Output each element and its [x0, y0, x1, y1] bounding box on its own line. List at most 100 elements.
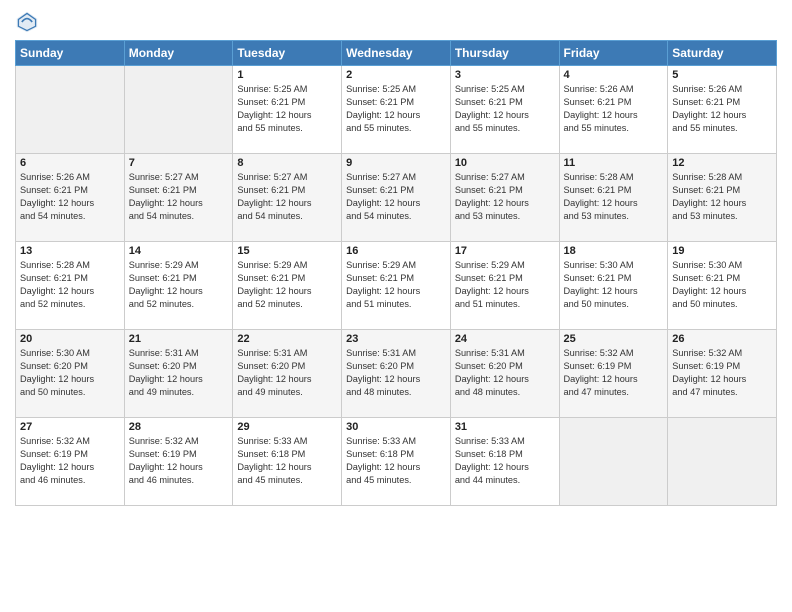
day-cell: 8 Sunrise: 5:27 AMSunset: 6:21 PMDaylight… — [233, 154, 342, 242]
day-cell: 30 Sunrise: 5:33 AMSunset: 6:18 PMDayligh… — [342, 418, 451, 506]
day-info: Sunrise: 5:28 AMSunset: 6:21 PMDaylight:… — [20, 259, 120, 311]
day-cell: 21Sunrise: 5:31 AMSunset: 6:20 PMDayligh… — [124, 330, 233, 418]
day-cell: 18 Sunrise: 5:30 AMSunset: 6:21 PMDayligh… — [559, 242, 668, 330]
day-info: Sunrise: 5:31 AMSunset: 6:20 PMDaylight:… — [237, 347, 337, 399]
day-number: 9 — [346, 157, 446, 169]
day-cell: 2 Sunrise: 5:25 AMSunset: 6:21 PMDaylight… — [342, 66, 451, 154]
day-number: 11 — [564, 157, 664, 169]
logo — [15, 10, 43, 34]
day-number: 4 — [564, 69, 664, 81]
day-cell — [668, 418, 777, 506]
day-cell: 16 Sunrise: 5:29 AMSunset: 6:21 PMDayligh… — [342, 242, 451, 330]
day-info: Sunrise: 5:28 AMSunset: 6:21 PMDaylight:… — [564, 171, 664, 223]
weekday-header-thursday: Thursday — [450, 41, 559, 66]
day-number: 17 — [455, 245, 555, 257]
day-number: 8 — [237, 157, 337, 169]
day-number: 22 — [237, 333, 337, 345]
day-info: Sunrise: 5:28 AMSunset: 6:21 PMDaylight:… — [672, 171, 772, 223]
day-cell: 4 Sunrise: 5:26 AMSunset: 6:21 PMDaylight… — [559, 66, 668, 154]
week-row-1: 1 Sunrise: 5:25 AMSunset: 6:21 PMDaylight… — [16, 66, 777, 154]
day-cell: 26 Sunrise: 5:32 AMSunset: 6:19 PMDayligh… — [668, 330, 777, 418]
day-cell: 25 Sunrise: 5:32 AMSunset: 6:19 PMDayligh… — [559, 330, 668, 418]
day-number: 3 — [455, 69, 555, 81]
day-info: Sunrise: 5:31 AMSunset: 6:20 PMDaylight:… — [455, 347, 555, 399]
day-number: 25 — [564, 333, 664, 345]
week-row-2: 6 Sunrise: 5:26 AMSunset: 6:21 PMDaylight… — [16, 154, 777, 242]
day-number: 5 — [672, 69, 772, 81]
week-row-5: 27Sunrise: 5:32 AMSunset: 6:19 PMDayligh… — [16, 418, 777, 506]
day-number: 14 — [129, 245, 229, 257]
day-info: Sunrise: 5:30 AMSunset: 6:21 PMDaylight:… — [672, 259, 772, 311]
day-number: 30 — [346, 421, 446, 433]
day-info: Sunrise: 5:27 AMSunset: 6:21 PMDaylight:… — [237, 171, 337, 223]
calendar-table: SundayMondayTuesdayWednesdayThursdayFrid… — [15, 40, 777, 506]
day-info: Sunrise: 5:31 AMSunset: 6:20 PMDaylight:… — [346, 347, 446, 399]
day-info: Sunrise: 5:25 AMSunset: 6:21 PMDaylight:… — [455, 83, 555, 135]
day-info: Sunrise: 5:29 AMSunset: 6:21 PMDaylight:… — [129, 259, 229, 311]
day-cell: 6 Sunrise: 5:26 AMSunset: 6:21 PMDaylight… — [16, 154, 125, 242]
day-info: Sunrise: 5:26 AMSunset: 6:21 PMDaylight:… — [20, 171, 120, 223]
day-number: 6 — [20, 157, 120, 169]
day-cell: 31 Sunrise: 5:33 AMSunset: 6:18 PMDayligh… — [450, 418, 559, 506]
weekday-header-monday: Monday — [124, 41, 233, 66]
day-info: Sunrise: 5:27 AMSunset: 6:21 PMDaylight:… — [455, 171, 555, 223]
day-cell: 10 Sunrise: 5:27 AMSunset: 6:21 PMDayligh… — [450, 154, 559, 242]
day-info: Sunrise: 5:29 AMSunset: 6:21 PMDaylight:… — [237, 259, 337, 311]
day-info: Sunrise: 5:32 AMSunset: 6:19 PMDaylight:… — [672, 347, 772, 399]
day-number: 18 — [564, 245, 664, 257]
day-info: Sunrise: 5:30 AMSunset: 6:21 PMDaylight:… — [564, 259, 664, 311]
day-info: Sunrise: 5:29 AMSunset: 6:21 PMDaylight:… — [346, 259, 446, 311]
day-info: Sunrise: 5:27 AMSunset: 6:21 PMDaylight:… — [346, 171, 446, 223]
day-number: 29 — [237, 421, 337, 433]
weekday-header-friday: Friday — [559, 41, 668, 66]
day-number: 12 — [672, 157, 772, 169]
day-cell: 9 Sunrise: 5:27 AMSunset: 6:21 PMDaylight… — [342, 154, 451, 242]
day-cell: 29 Sunrise: 5:33 AMSunset: 6:18 PMDayligh… — [233, 418, 342, 506]
day-number: 15 — [237, 245, 337, 257]
day-info: Sunrise: 5:33 AMSunset: 6:18 PMDaylight:… — [455, 435, 555, 487]
day-cell — [16, 66, 125, 154]
day-cell: 23 Sunrise: 5:31 AMSunset: 6:20 PMDayligh… — [342, 330, 451, 418]
day-number: 20 — [20, 333, 120, 345]
week-row-3: 13 Sunrise: 5:28 AMSunset: 6:21 PMDayligh… — [16, 242, 777, 330]
day-number: 24 — [455, 333, 555, 345]
day-cell: 27Sunrise: 5:32 AMSunset: 6:19 PMDayligh… — [16, 418, 125, 506]
day-cell: 3 Sunrise: 5:25 AMSunset: 6:21 PMDaylight… — [450, 66, 559, 154]
day-number: 23 — [346, 333, 446, 345]
day-number: 1 — [237, 69, 337, 81]
day-cell — [559, 418, 668, 506]
day-cell: 22 Sunrise: 5:31 AMSunset: 6:20 PMDayligh… — [233, 330, 342, 418]
day-cell: 28Sunrise: 5:32 AMSunset: 6:19 PMDayligh… — [124, 418, 233, 506]
day-info: Sunrise: 5:33 AMSunset: 6:18 PMDaylight:… — [237, 435, 337, 487]
day-cell: 1 Sunrise: 5:25 AMSunset: 6:21 PMDaylight… — [233, 66, 342, 154]
weekday-header-saturday: Saturday — [668, 41, 777, 66]
day-number: 28 — [129, 421, 229, 433]
day-cell: 24 Sunrise: 5:31 AMSunset: 6:20 PMDayligh… — [450, 330, 559, 418]
day-number: 21 — [129, 333, 229, 345]
day-number: 2 — [346, 69, 446, 81]
day-cell: 19 Sunrise: 5:30 AMSunset: 6:21 PMDayligh… — [668, 242, 777, 330]
day-number: 31 — [455, 421, 555, 433]
day-number: 26 — [672, 333, 772, 345]
day-number: 13 — [20, 245, 120, 257]
day-info: Sunrise: 5:26 AMSunset: 6:21 PMDaylight:… — [564, 83, 664, 135]
day-info: Sunrise: 5:30 AMSunset: 6:20 PMDaylight:… — [20, 347, 120, 399]
page: SundayMondayTuesdayWednesdayThursdayFrid… — [0, 0, 792, 612]
day-cell: 13 Sunrise: 5:28 AMSunset: 6:21 PMDayligh… — [16, 242, 125, 330]
day-number: 19 — [672, 245, 772, 257]
day-cell: 12 Sunrise: 5:28 AMSunset: 6:21 PMDayligh… — [668, 154, 777, 242]
day-info: Sunrise: 5:25 AMSunset: 6:21 PMDaylight:… — [237, 83, 337, 135]
weekday-header-sunday: Sunday — [16, 41, 125, 66]
logo-icon — [15, 10, 39, 34]
day-info: Sunrise: 5:25 AMSunset: 6:21 PMDaylight:… — [346, 83, 446, 135]
day-number: 27 — [20, 421, 120, 433]
day-info: Sunrise: 5:32 AMSunset: 6:19 PMDaylight:… — [564, 347, 664, 399]
day-cell: 15 Sunrise: 5:29 AMSunset: 6:21 PMDayligh… — [233, 242, 342, 330]
day-number: 16 — [346, 245, 446, 257]
day-cell: 5Sunrise: 5:26 AMSunset: 6:21 PMDaylight… — [668, 66, 777, 154]
day-cell: 17Sunrise: 5:29 AMSunset: 6:21 PMDayligh… — [450, 242, 559, 330]
day-info: Sunrise: 5:27 AMSunset: 6:21 PMDaylight:… — [129, 171, 229, 223]
week-row-4: 20 Sunrise: 5:30 AMSunset: 6:20 PMDayligh… — [16, 330, 777, 418]
day-number: 10 — [455, 157, 555, 169]
day-info: Sunrise: 5:33 AMSunset: 6:18 PMDaylight:… — [346, 435, 446, 487]
